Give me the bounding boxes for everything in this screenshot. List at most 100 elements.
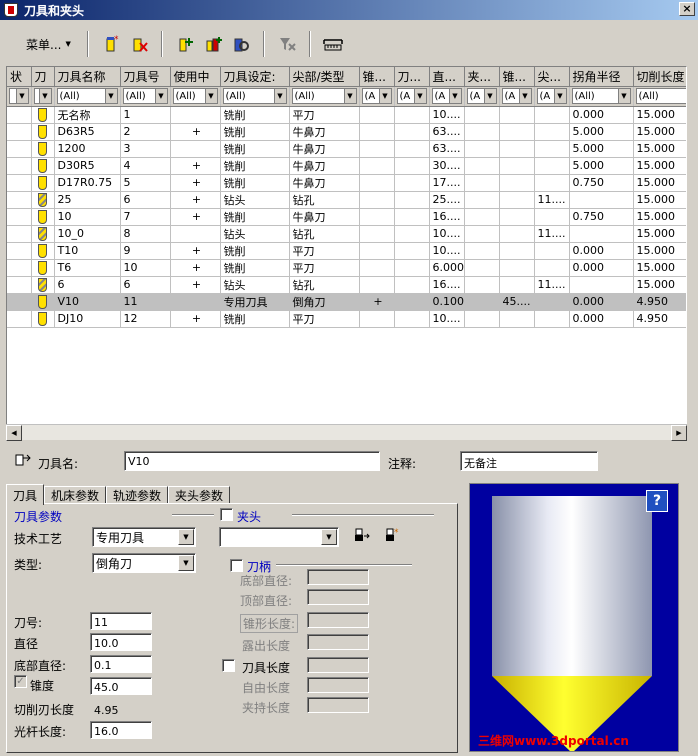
chevron-down-icon[interactable]: ▼ — [104, 89, 117, 103]
column-filter[interactable]: (All)▼ — [122, 88, 168, 104]
chevron-down-icon[interactable]: ▼ — [15, 89, 28, 103]
column-filter[interactable]: (A ▼ — [466, 88, 497, 104]
table-row[interactable]: T10 9 + 铣削 平刀 10.... 0.000 15.000 — [7, 242, 686, 260]
table-row[interactable]: T6 10 + 铣削 平刀 6.000 0.000 15.000 — [7, 259, 686, 277]
chevron-down-icon[interactable]: ▼ — [273, 89, 286, 103]
taper-input[interactable]: 45.0 — [90, 677, 152, 695]
holder-checkbox[interactable] — [220, 508, 233, 521]
column-filter[interactable]: (A ▼ — [536, 88, 567, 104]
holder-new-icon[interactable]: * — [383, 527, 401, 545]
copy-tool-button[interactable] — [201, 32, 225, 56]
chevron-down-icon[interactable]: ▼ — [448, 89, 461, 103]
table-row[interactable]: V10 11 专用刀具 倒角刀 +0.100 45.... 0.000 4.950 — [7, 293, 686, 311]
scroll-left-icon[interactable]: ◀ — [6, 425, 22, 441]
chevron-down-icon[interactable]: ▼ — [378, 89, 391, 103]
column-header[interactable]: 拐角半径 — [569, 67, 634, 87]
column-filter[interactable]: (All)▼ — [291, 88, 357, 104]
table-row[interactable]: 25 6 + 钻头 钻孔 25.... 11.... 15.000 — [7, 191, 686, 209]
holder-select[interactable]: ▼ — [219, 527, 339, 547]
chevron-down-icon[interactable]: ▼ — [154, 89, 167, 103]
table-row[interactable]: 10 7 + 铣削 牛鼻刀 16.... 0.750 15.000 — [7, 208, 686, 226]
chevron-down-icon[interactable]: ▼ — [178, 555, 194, 571]
column-filter[interactable]: (All)▼ — [172, 88, 218, 104]
tech-select[interactable]: 专用刀具 ▼ — [92, 527, 196, 547]
help-button[interactable]: ? — [646, 490, 668, 512]
column-header[interactable]: 切削长度 — [633, 67, 686, 87]
column-header[interactable]: 锥... — [359, 67, 395, 87]
edit-tool-button[interactable] — [229, 32, 253, 56]
status-cell — [7, 140, 32, 158]
column-filter[interactable]: (A ▼ — [396, 88, 427, 104]
horizontal-scrollbar[interactable]: ◀ ▶ — [6, 424, 687, 441]
cell-name: T6 — [54, 259, 121, 277]
bottom-diameter-input[interactable]: 0.1 — [90, 655, 152, 673]
column-header[interactable]: 刀 — [31, 67, 55, 87]
column-header[interactable]: 尖... — [534, 67, 570, 87]
chevron-down-icon[interactable]: ▼ — [321, 529, 337, 545]
column-filter[interactable]: (All)▼ — [56, 88, 118, 104]
column-header[interactable]: 夹... — [464, 67, 500, 87]
column-header[interactable]: 刀具名称 — [54, 67, 121, 87]
shank-length-input[interactable]: 16.0 — [90, 721, 152, 739]
holder-import-icon[interactable] — [352, 527, 370, 545]
chevron-down-icon[interactable]: ▼ — [38, 89, 51, 103]
type-select[interactable]: 倒角刀 ▼ — [92, 553, 196, 573]
tab-holder-params[interactable]: 夹头参数 — [168, 486, 231, 504]
chevron-down-icon[interactable]: ▼ — [413, 89, 426, 103]
column-filter[interactable]: (All)▼ — [222, 88, 287, 104]
note-input[interactable]: 无备注 — [460, 451, 598, 471]
column-header[interactable]: 状 — [7, 67, 32, 87]
table-row[interactable]: DJ10 12 + 铣削 平刀 10.... 0.000 4.950 — [7, 310, 686, 328]
table-row[interactable]: 无名称 1 铣削 平刀 10.... 0.000 15.000 — [7, 106, 686, 124]
table-row[interactable]: 10_0 8 钻头 钻孔 10.... 11.... 15.000 — [7, 225, 686, 243]
chevron-down-icon[interactable]: ▼ — [343, 89, 356, 103]
tool-name-input[interactable]: V10 — [124, 451, 380, 471]
column-filter[interactable]: ▼ — [9, 88, 29, 104]
table-row[interactable]: D63R5 2 + 铣削 牛鼻刀 63.... 5.000 15.000 — [7, 123, 686, 141]
tab-machine-params[interactable]: 机床参数 — [44, 486, 107, 504]
table-row[interactable]: 1200 3 铣削 牛鼻刀 63.... 5.000 15.000 — [7, 140, 686, 158]
column-header[interactable]: 尖部/类型 — [289, 67, 360, 87]
column-filter[interactable]: (All)▼ — [571, 88, 631, 104]
table-row[interactable]: D30R5 4 + 铣削 牛鼻刀 30.... 5.000 15.000 — [7, 157, 686, 175]
column-filter[interactable]: (A ▼ — [361, 88, 392, 104]
shank-checkbox[interactable] — [230, 559, 243, 572]
column-header[interactable]: 使用中 — [170, 67, 221, 87]
measure-button[interactable] — [321, 32, 345, 56]
tab-path-params[interactable]: 轨迹参数 — [106, 486, 169, 504]
tab-tool[interactable]: 刀具 — [6, 484, 45, 505]
insert-tool-button[interactable] — [173, 32, 197, 56]
tool-length-label: 刀具长度 — [242, 661, 291, 675]
chevron-down-icon[interactable]: ▼ — [483, 89, 496, 103]
column-header[interactable]: 刀具号 — [120, 67, 171, 87]
column-header[interactable]: 刀... — [394, 67, 430, 87]
cell-c10 — [464, 123, 500, 141]
column-filter[interactable]: (A ▼ — [501, 88, 532, 104]
column-header[interactable]: 直... — [429, 67, 465, 87]
scroll-track[interactable] — [22, 425, 671, 440]
taper-checkbox[interactable]: ✓ — [14, 675, 27, 688]
column-header[interactable]: 刀具设定: — [220, 67, 290, 87]
chevron-down-icon[interactable]: ▼ — [617, 89, 630, 103]
delete-tool-button[interactable] — [127, 32, 151, 56]
chevron-down-icon[interactable]: ▼ — [178, 529, 194, 545]
chevron-down-icon[interactable]: ▼ — [518, 89, 531, 103]
diameter-input[interactable]: 10.0 — [90, 633, 152, 651]
chevron-down-icon[interactable]: ▼ — [204, 89, 217, 103]
close-button[interactable]: × — [679, 2, 695, 16]
column-filter[interactable]: ▼ — [33, 88, 52, 104]
column-header[interactable]: 锥... — [499, 67, 535, 87]
clear-filter-button[interactable] — [275, 32, 299, 56]
new-tool-button[interactable]: * — [99, 32, 123, 56]
column-filter[interactable]: (A ▼ — [431, 88, 462, 104]
taper-label: 锥度 — [30, 679, 55, 693]
column-filter[interactable]: (All)▼ — [635, 88, 686, 104]
tool-length-checkbox[interactable] — [222, 659, 235, 672]
chevron-down-icon[interactable]: ▼ — [553, 89, 566, 103]
menu-button[interactable]: 菜单... ▼ — [18, 31, 79, 57]
tool-table[interactable]: 状刀刀具名称 刀具号 使用中 刀具设定: 尖部/类型 锥... 刀... 直... 夹... 锥.… — [6, 66, 687, 440]
table-row[interactable]: 6 6 + 钻头 钻孔 16.... 11.... 15.000 — [7, 276, 686, 294]
scroll-right-icon[interactable]: ▶ — [671, 425, 687, 441]
tool-number-input[interactable]: 11 — [90, 612, 152, 630]
table-row[interactable]: D17R0.75 5 + 铣削 牛鼻刀 17.... 0.750 15.000 — [7, 174, 686, 192]
